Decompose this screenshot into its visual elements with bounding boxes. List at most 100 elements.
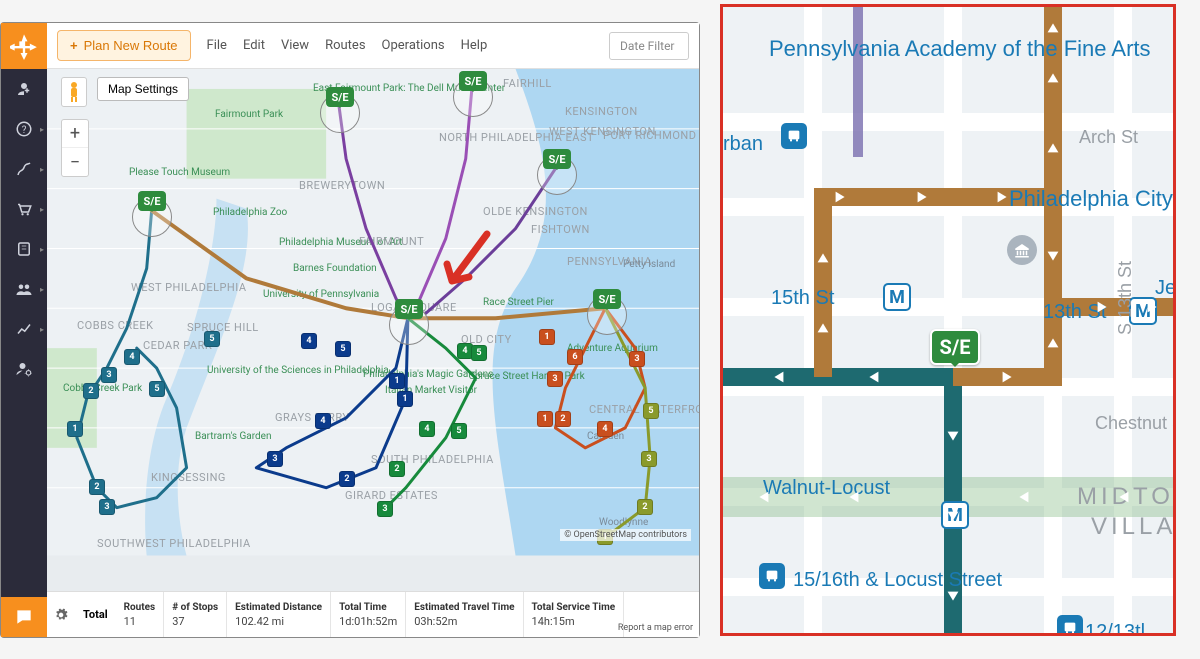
date-filter-input[interactable]: Date Filter — [609, 32, 689, 60]
main-area: + Plan New Route File Edit View Routes O… — [47, 23, 699, 637]
summary-bar: Total Routes11 # of Stops37 Estimated Di… — [47, 591, 699, 637]
analytics-icon[interactable]: ▸ — [1, 309, 47, 349]
direction-arrow-icon — [1144, 298, 1162, 316]
se-marker[interactable]: S/E — [543, 149, 571, 169]
top-toolbar: + Plan New Route File Edit View Routes O… — [47, 23, 699, 69]
cart-icon[interactable]: ▸ — [1, 189, 47, 229]
direction-arrow-icon — [832, 188, 850, 206]
route-stop-marker[interactable]: 1 — [397, 391, 413, 407]
se-marker[interactable]: S/E — [326, 87, 354, 107]
menu-file[interactable]: File — [207, 38, 227, 53]
direction-arrow-icon — [1114, 488, 1132, 506]
zoom-map-label: 15th St — [771, 287, 834, 310]
route-stop-marker[interactable]: 5 — [204, 331, 220, 347]
zoom-map-label: VILLA — [1091, 513, 1176, 541]
direction-arrow-icon — [754, 488, 772, 506]
menu-routes[interactable]: Routes — [325, 38, 365, 53]
route-stop-marker[interactable]: 4 — [315, 413, 331, 429]
route-stop-marker[interactable]: 4 — [301, 333, 317, 349]
menu-view[interactable]: View — [281, 38, 309, 53]
map-settings-button[interactable]: Map Settings — [97, 77, 189, 101]
direction-arrow-icon — [769, 368, 787, 386]
report-map-error-link[interactable]: Report a map error — [618, 623, 693, 633]
direction-arrow-icon — [1044, 68, 1062, 86]
se-marker[interactable]: S/E — [395, 299, 423, 319]
direction-arrow-icon — [1044, 18, 1062, 36]
direction-arrow-icon — [814, 318, 832, 336]
se-marker[interactable]: S/E — [930, 329, 980, 365]
route-stop-marker[interactable]: 3 — [547, 371, 563, 387]
zoom-control: + − — [61, 119, 89, 177]
book-icon[interactable]: ▸ — [1, 229, 47, 269]
map-canvas[interactable]: Map Settings + − East Fairmount Park: Th… — [47, 69, 699, 591]
route-stop-marker[interactable]: 5 — [451, 423, 467, 439]
app-logo[interactable] — [1, 23, 47, 69]
summary-total-label: Total — [75, 592, 116, 637]
route-stop-marker[interactable]: 3 — [641, 451, 657, 467]
route-stop-marker[interactable]: 5 — [471, 345, 487, 361]
route-stop-marker[interactable]: 3 — [629, 351, 645, 367]
direction-arrow-icon — [864, 368, 882, 386]
zoom-map-label: rban — [723, 133, 763, 156]
help-icon[interactable]: ?▸ — [1, 109, 47, 149]
route-stop-marker[interactable]: 3 — [377, 501, 393, 517]
route-stop-marker[interactable]: 3 — [267, 451, 283, 467]
zoom-map-label: Chestnut St — [1095, 413, 1176, 434]
route-stop-marker[interactable]: 2 — [339, 471, 355, 487]
direction-arrow-icon — [814, 248, 832, 266]
direction-arrow-icon — [1044, 248, 1062, 266]
route-stop-marker[interactable]: 5 — [335, 341, 351, 357]
route-stop-marker[interactable]: 2 — [555, 411, 571, 427]
zoom-in-button[interactable]: + — [62, 120, 88, 148]
streetview-pegman[interactable] — [61, 77, 87, 107]
summary-routes: Routes11 — [116, 592, 165, 637]
menu-help[interactable]: Help — [461, 38, 488, 53]
route-planner-app: ?▸ ▸ ▸ ▸ ▸ ▸ + Plan New Route File Edit … — [0, 22, 700, 638]
route-stop-marker[interactable]: 2 — [83, 383, 99, 399]
summary-total-time: Total Time1d:01h:52m — [331, 592, 406, 637]
zoom-map-label: Philadelphia City — [1009, 187, 1173, 211]
route-stop-marker[interactable]: 4 — [597, 421, 613, 437]
route-stop-marker[interactable]: 2 — [389, 461, 405, 477]
user-settings-icon[interactable] — [1, 349, 47, 389]
add-user-icon[interactable] — [1, 69, 47, 109]
route-stop-marker[interactable]: 2 — [89, 479, 105, 495]
route-stop-marker[interactable]: 4 — [124, 349, 140, 365]
route-stop-marker[interactable]: 3 — [101, 367, 117, 383]
chat-icon[interactable] — [1, 597, 47, 637]
menu-edit[interactable]: Edit — [243, 38, 265, 53]
direction-arrow-icon — [994, 188, 1012, 206]
route-stop-marker[interactable]: 1 — [539, 329, 555, 345]
zoom-map-label: 15/16th & Locust Street — [793, 569, 1002, 592]
sidebar: ?▸ ▸ ▸ ▸ ▸ ▸ — [1, 23, 47, 637]
zoom-map-label: Arch St — [1079, 127, 1138, 148]
route-stop-marker[interactable]: 2 — [637, 499, 653, 515]
menu-operations[interactable]: Operations — [382, 38, 445, 53]
se-marker[interactable]: S/E — [593, 289, 621, 309]
zoom-out-button[interactable]: − — [62, 148, 88, 176]
zoom-map-label: S 13th St — [1115, 261, 1136, 335]
zoom-map-label: Pennsylvania Academy of the Fine Arts — [769, 37, 1069, 61]
routes-icon[interactable]: ▸ — [1, 149, 47, 189]
route-stop-marker[interactable]: 1 — [537, 411, 553, 427]
route-stop-marker[interactable]: 4 — [419, 421, 435, 437]
route-stop-marker[interactable]: 1 — [389, 373, 405, 389]
route-stop-marker[interactable]: 5 — [643, 403, 659, 419]
route-stop-marker[interactable]: 6 — [567, 349, 583, 365]
route-stop-marker[interactable]: 3 — [99, 499, 115, 515]
direction-arrow-icon — [944, 588, 962, 606]
route-stop-marker[interactable]: 5 — [149, 381, 165, 397]
zoom-map-label: 12/13tl — [1085, 621, 1145, 636]
summary-travel-time: Estimated Travel Time03h:52m — [406, 592, 523, 637]
plus-icon: + — [70, 38, 78, 53]
se-marker[interactable]: S/E — [459, 71, 487, 91]
direction-arrow-icon — [1044, 138, 1062, 156]
se-marker[interactable]: S/E — [138, 191, 166, 211]
plan-new-route-button[interactable]: + Plan New Route — [57, 30, 191, 61]
summary-distance: Estimated Distance102.42 mi — [227, 592, 331, 637]
zoom-map-label: Walnut-Locust — [763, 477, 890, 500]
route-stop-marker[interactable]: 1 — [67, 421, 83, 437]
team-icon[interactable]: ▸ — [1, 269, 47, 309]
bus-stop-icon — [1057, 615, 1083, 636]
summary-settings-icon[interactable] — [47, 592, 75, 637]
